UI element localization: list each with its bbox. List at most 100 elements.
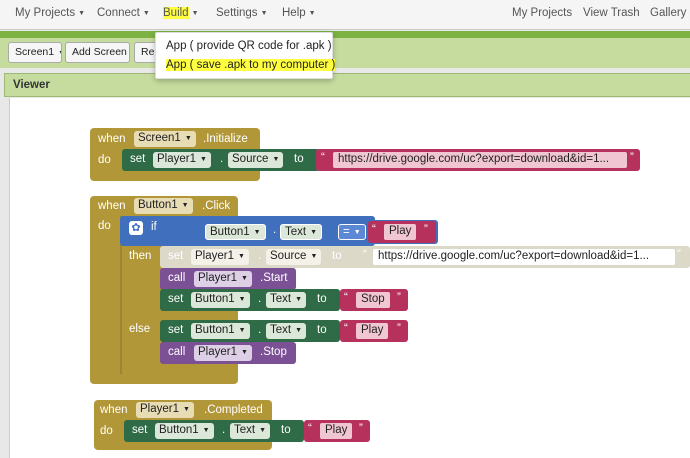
call-block-player-start[interactable]: call Player1 ▼ .Start xyxy=(160,268,296,290)
property-dropdown[interactable]: Text ▼ xyxy=(266,323,307,339)
dot-label: . xyxy=(258,293,262,305)
menu-settings[interactable]: Settings ▼ xyxy=(216,7,268,19)
set-block-button-text-play[interactable]: set Button1 ▼ . Text ▼ to xyxy=(160,320,340,342)
chevron-down-icon: ▼ xyxy=(295,327,303,334)
call-label: call xyxy=(168,272,186,284)
quote-open: “ xyxy=(344,292,348,304)
menu-help[interactable]: Help ▼ xyxy=(282,7,316,19)
quote-close: ” xyxy=(630,152,634,164)
viewer-title: Viewer xyxy=(13,79,50,91)
chevron-down-icon: ▼ xyxy=(353,229,361,236)
set-label: set xyxy=(130,153,146,165)
quote-close: ” xyxy=(424,224,428,236)
text-literal[interactable]: Play xyxy=(356,323,389,339)
chevron-down-icon: ▼ xyxy=(58,50,61,57)
link-view-trash[interactable]: View Trash xyxy=(583,7,640,19)
chevron-down-icon: ▼ xyxy=(310,229,318,236)
event-name: .Initialize xyxy=(203,133,248,145)
gear-icon[interactable]: ✿ xyxy=(129,221,143,235)
chevron-down-icon: ▼ xyxy=(241,275,248,282)
build-dropdown-menu: App ( provide QR code for .apk ) App ( s… xyxy=(155,32,336,79)
target-dropdown[interactable]: Button1 ▼ xyxy=(155,423,214,439)
cmp-target-dropdown[interactable]: Button1 ▼ xyxy=(205,224,266,240)
chevron-down-icon: ▼ xyxy=(181,202,189,209)
when-label: when xyxy=(98,133,126,145)
compare-block[interactable]: Button1 ▼ . Text ▼ = ▼ “ Play ” xyxy=(200,220,438,244)
chevron-down-icon: ▼ xyxy=(310,253,318,260)
when-label: when xyxy=(100,404,128,416)
chevron-down-icon: ▼ xyxy=(272,156,280,163)
dot-label: . xyxy=(273,224,277,236)
cmp-property-dropdown[interactable]: Text ▼ xyxy=(280,224,323,240)
chevron-down-icon: ▼ xyxy=(238,253,245,260)
property-dropdown[interactable]: Source ▼ xyxy=(266,249,322,265)
target-dropdown[interactable]: Player1 ▼ xyxy=(191,249,249,265)
property-dropdown[interactable]: Source ▼ xyxy=(228,152,284,168)
text-block-stop[interactable]: “ Stop ” xyxy=(340,289,408,311)
chevron-down-icon: ▼ xyxy=(184,135,192,142)
text-block-play[interactable]: “ Play ” xyxy=(340,320,408,342)
property-dropdown[interactable]: Text ▼ xyxy=(266,292,307,308)
quote-close: ” xyxy=(397,323,401,335)
chevron-down-icon: ▼ xyxy=(253,229,261,236)
target-dropdown[interactable]: Button1 ▼ xyxy=(191,323,250,339)
method-name: .Start xyxy=(260,272,288,284)
do-label: do xyxy=(98,220,111,232)
dot-label: . xyxy=(258,250,262,262)
do-label: do xyxy=(100,425,113,437)
dot-label: . xyxy=(220,153,224,165)
blocks-workspace[interactable]: when Screen1 ▼ .Initialize do set Player1… xyxy=(9,98,690,458)
target-dropdown[interactable]: Player1 ▼ xyxy=(194,345,252,361)
chevron-down-icon: ▼ xyxy=(142,10,150,17)
menu-my-projects[interactable]: My Projects ▼ xyxy=(15,7,85,19)
target-dropdown[interactable]: Player1 ▼ xyxy=(194,271,252,287)
component-dropdown[interactable]: Button1 ▼ xyxy=(134,198,193,214)
quote-close: ” xyxy=(359,423,363,435)
screen-select[interactable]: Screen1▼ xyxy=(8,42,62,63)
chevron-down-icon: ▼ xyxy=(200,156,207,163)
chevron-down-icon: ▼ xyxy=(241,349,248,356)
chevron-down-icon: ▼ xyxy=(308,10,316,17)
set-block-button-text-stop[interactable]: set Button1 ▼ . Text ▼ to xyxy=(160,289,340,311)
then-label: then xyxy=(129,250,152,262)
method-name: .Stop xyxy=(260,346,287,358)
link-my-projects[interactable]: My Projects xyxy=(512,7,572,19)
text-literal[interactable]: Play xyxy=(384,224,417,240)
text-block-url[interactable]: “ https://drive.google.com/uc?export=dow… xyxy=(316,149,640,171)
text-literal[interactable]: https://drive.google.com/uc?export=downl… xyxy=(333,152,627,168)
add-screen-button[interactable]: Add Screen ... xyxy=(65,42,130,63)
menu-build[interactable]: Build ▼ xyxy=(163,7,199,19)
chevron-down-icon: ▼ xyxy=(260,10,268,17)
text-block-play[interactable]: “ Play ” xyxy=(304,420,370,442)
set-block-player-source[interactable]: set Player1 ▼ . Source ▼ to xyxy=(122,149,320,171)
operator-dropdown[interactable]: = ▼ xyxy=(338,224,366,240)
chevron-down-icon: ▼ xyxy=(191,10,199,17)
component-dropdown[interactable]: Player1 ▼ xyxy=(136,402,194,418)
quote-close: ” xyxy=(677,249,681,261)
menu-item-build-save-apk[interactable]: App ( save .apk to my computer ) xyxy=(166,59,336,71)
to-label: to xyxy=(294,153,304,165)
call-block-player-stop[interactable]: call Player1 ▼ .Stop xyxy=(160,342,296,364)
menu-item-build-qr[interactable]: App ( provide QR code for .apk ) xyxy=(166,40,332,52)
text-literal[interactable]: https://drive.google.com/uc?export=downl… xyxy=(373,249,675,265)
target-dropdown[interactable]: Button1 ▼ xyxy=(191,292,250,308)
set-label: set xyxy=(132,424,148,436)
menu-connect[interactable]: Connect ▼ xyxy=(97,7,150,19)
quote-open: “ xyxy=(344,323,348,335)
else-label: else xyxy=(129,323,151,335)
text-literal[interactable]: Stop xyxy=(356,292,390,308)
to-label: to xyxy=(317,293,327,305)
text-literal[interactable]: Play xyxy=(320,423,353,439)
call-label: call xyxy=(168,346,186,358)
do-label: do xyxy=(98,154,111,166)
component-dropdown[interactable]: Screen1 ▼ xyxy=(134,131,196,147)
quote-open: “ xyxy=(308,423,312,435)
set-block-button-text-play[interactable]: set Button1 ▼ . Text ▼ to xyxy=(124,420,304,442)
when-label: when xyxy=(98,200,126,212)
text-block-play[interactable]: “ Play ” xyxy=(368,221,436,243)
chevron-down-icon: ▼ xyxy=(238,296,246,303)
link-gallery[interactable]: Gallery xyxy=(650,7,686,19)
property-dropdown[interactable]: Text ▼ xyxy=(230,423,271,439)
target-dropdown[interactable]: Player1 ▼ xyxy=(153,152,211,168)
set-block-player-source-disabled[interactable]: set Player1 ▼ . Source ▼ to “ https://driv… xyxy=(160,246,690,268)
